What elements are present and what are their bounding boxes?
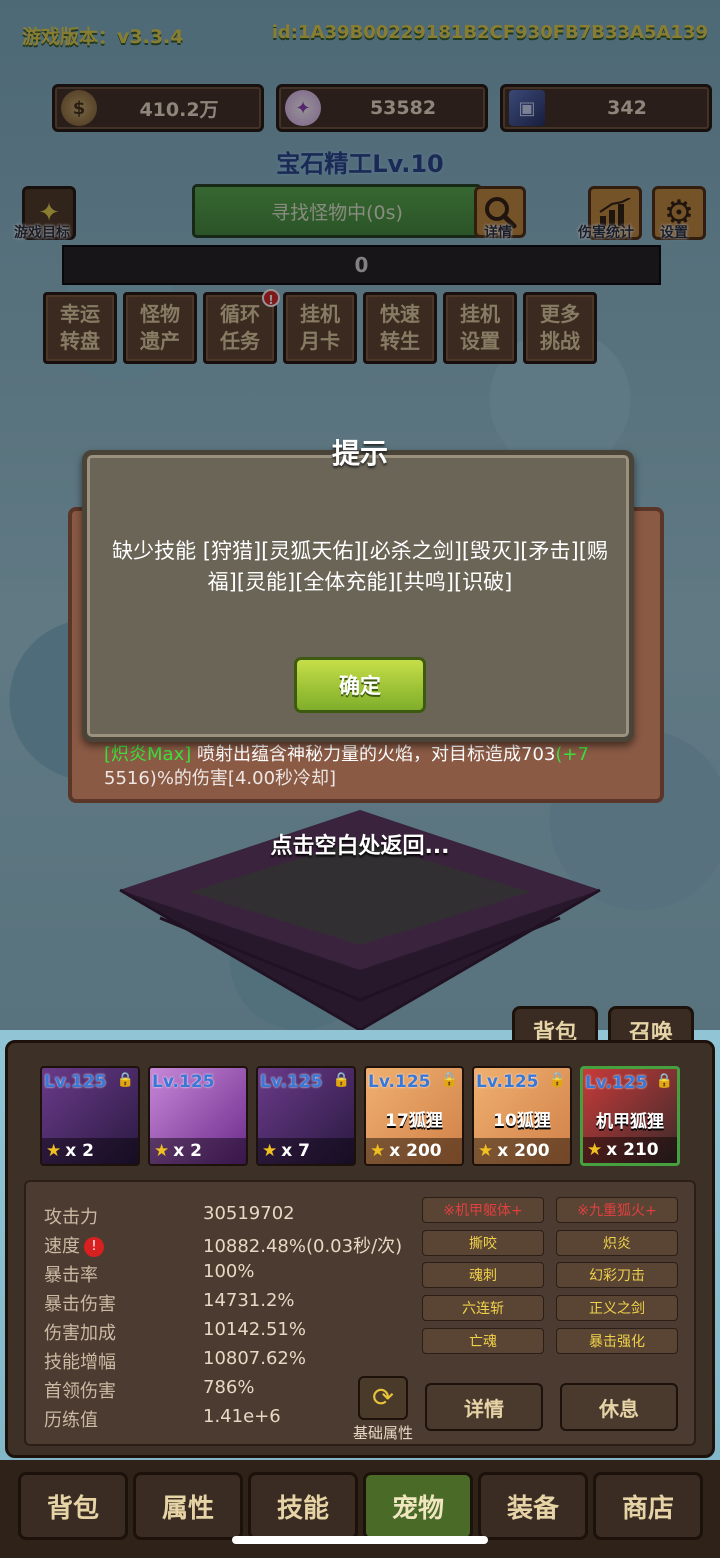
nav-label: 商店 <box>621 1493 674 1524</box>
pet-skill-tag[interactable]: 撕咬 <box>422 1230 544 1256</box>
confirm-button[interactable]: 确定 <box>294 657 426 713</box>
pet-count-value: x 200 <box>389 1141 442 1161</box>
star-icon: ★ <box>370 1141 386 1161</box>
star-icon: ★ <box>46 1141 62 1161</box>
nav-tab-shop[interactable]: 商店 <box>593 1472 703 1540</box>
lock-icon: 🔒 <box>116 1072 134 1088</box>
skill-tag: [炽炎Max] <box>104 744 192 765</box>
pet-level: Lv.125 <box>44 1072 107 1092</box>
pet-slot-6-selected[interactable]: Lv.125 🔒 机甲狐狸 ★ x 210 <box>580 1066 680 1166</box>
nav-tab-pets[interactable]: 宠物 <box>363 1472 473 1540</box>
skill-bonus: (+7 <box>555 744 589 765</box>
star-icon: ★ <box>262 1141 278 1161</box>
pet-slot-4[interactable]: Lv.125 🔒 17狐狸 ★ x 200 <box>364 1066 464 1166</box>
pet-count: ★ x 210 <box>583 1137 677 1163</box>
nav-tab-equipment[interactable]: 装备 <box>478 1472 588 1540</box>
pet-name: 17狐狸 <box>385 1111 443 1131</box>
pet-name: 机甲狐狸 <box>596 1112 664 1132</box>
pet-skill-tag[interactable]: 六连斩 <box>422 1295 544 1321</box>
pet-slot-5[interactable]: Lv.125 🔒 10狐狸 ★ x 200 <box>472 1066 572 1166</box>
pet-slot-3[interactable]: Lv.125 🔒 ★ x 7 <box>256 1066 356 1166</box>
nav-label: 技能 <box>276 1493 329 1524</box>
rest-button[interactable]: 休息 <box>560 1383 678 1431</box>
pet-slot-2[interactable]: Lv.125 ★ x 2 <box>148 1066 248 1166</box>
stat-label: 伤害加成 <box>44 1323 116 1344</box>
skill-text-line2: 5516)%的伤害[4.00秒冷却] <box>104 768 337 789</box>
stat-value: 10142.51% <box>203 1319 306 1340</box>
skill-description: [炽炎Max] 喷射出蕴含神秘力量的火焰，对目标造成703(+7 5516)%的… <box>104 743 624 803</box>
stat-value: 100% <box>203 1261 255 1282</box>
stat-value: 30519702 <box>203 1203 295 1224</box>
pet-skill-tag[interactable]: 正义之剑 <box>556 1295 678 1321</box>
base-attributes-toggle[interactable]: ⟳ 基础属性 <box>346 1376 420 1443</box>
pet-count-value: x 210 <box>606 1140 659 1160</box>
stat-label: 速度! <box>44 1232 104 1258</box>
pet-skill-tag[interactable]: 魂刺 <box>422 1262 544 1288</box>
nav-tab-attributes[interactable]: 属性 <box>133 1472 243 1540</box>
stat-value: 10882.48%(0.03秒/次) <box>203 1236 403 1257</box>
stat-label: 暴击伤害 <box>44 1294 116 1315</box>
pet-skill-tag[interactable]: 炽炎 <box>556 1230 678 1256</box>
pet-level: Lv.125 <box>368 1072 431 1092</box>
pet-level: Lv.125 <box>152 1072 215 1092</box>
pet-count-value: x 2 <box>65 1141 94 1161</box>
nav-tab-skills[interactable]: 技能 <box>248 1472 358 1540</box>
star-icon: ★ <box>154 1141 170 1161</box>
pet-count: ★ x 2 <box>42 1138 138 1164</box>
pet-name: 10狐狸 <box>493 1111 551 1131</box>
pet-skill-tag[interactable]: 暴击强化 <box>556 1328 678 1354</box>
stat-label: 攻击力 <box>44 1207 98 1228</box>
star-icon: ★ <box>587 1140 603 1160</box>
pet-count-value: x 2 <box>173 1141 202 1161</box>
skill-text: 喷射出蕴含神秘力量的火焰，对目标造成703 <box>197 744 556 765</box>
confirm-label: 确定 <box>339 674 381 698</box>
nav-label: 装备 <box>506 1493 559 1524</box>
pet-count: ★ x 2 <box>150 1138 246 1164</box>
lock-icon: 🔒 <box>548 1072 566 1088</box>
base-attr-label: 基础属性 <box>352 1424 413 1442</box>
lock-icon: 🔒 <box>332 1072 350 1088</box>
pet-count: ★ x 200 <box>474 1138 570 1164</box>
pet-detail-label: 详情 <box>464 1396 504 1421</box>
dialog-message: 缺少技能 [狩猎][灵狐天佑][必杀之剑][毁灭][矛击][赐福][灵能][全体… <box>112 539 608 594</box>
dialog-title: 提示 <box>331 437 388 470</box>
pet-count: ★ x 200 <box>366 1138 462 1164</box>
home-indicator[interactable] <box>232 1536 488 1544</box>
pet-level: Lv.125 <box>585 1073 648 1093</box>
stat-label: 历练值 <box>44 1410 98 1431</box>
nav-label: 背包 <box>46 1493 99 1524</box>
lock-icon: 🔒 <box>655 1073 673 1089</box>
stat-label-text: 速度 <box>44 1236 80 1257</box>
nav-tab-bag[interactable]: 背包 <box>18 1472 128 1540</box>
pet-skill-tag[interactable]: ※机甲躯体+ <box>422 1197 544 1223</box>
stat-value: 1.41e+6 <box>203 1406 281 1427</box>
pet-count-value: x 200 <box>497 1141 550 1161</box>
pet-skill-tag[interactable]: 幻彩刀击 <box>556 1262 678 1288</box>
pet-level: Lv.125 <box>476 1072 539 1092</box>
pet-skill-tag[interactable]: 亡魂 <box>422 1328 544 1354</box>
warning-icon[interactable]: ! <box>84 1237 104 1257</box>
pet-detail-button[interactable]: 详情 <box>425 1383 543 1431</box>
stat-label: 暴击率 <box>44 1265 98 1286</box>
lock-icon: 🔒 <box>440 1072 458 1088</box>
nav-label: 宠物 <box>391 1493 444 1524</box>
pet-level: Lv.125 <box>260 1072 323 1092</box>
star-icon: ★ <box>478 1141 494 1161</box>
pet-skill-tag[interactable]: ※九重狐火+ <box>556 1197 678 1223</box>
stat-value: 786% <box>203 1377 255 1398</box>
stat-value: 10807.62% <box>203 1348 306 1369</box>
tap-to-return-hint: 点击空白处返回... <box>270 834 450 859</box>
rest-label: 休息 <box>599 1396 639 1421</box>
stat-label: 首领伤害 <box>44 1381 116 1402</box>
pet-count-value: x 7 <box>281 1141 310 1161</box>
stat-label: 技能增幅 <box>44 1352 116 1373</box>
pet-count: ★ x 7 <box>258 1138 354 1164</box>
pet-slot-1[interactable]: Lv.125 🔒 ★ x 2 <box>40 1066 140 1166</box>
nav-label: 属性 <box>161 1493 214 1524</box>
refresh-icon: ⟳ <box>358 1376 408 1420</box>
stat-value: 14731.2% <box>203 1290 295 1311</box>
